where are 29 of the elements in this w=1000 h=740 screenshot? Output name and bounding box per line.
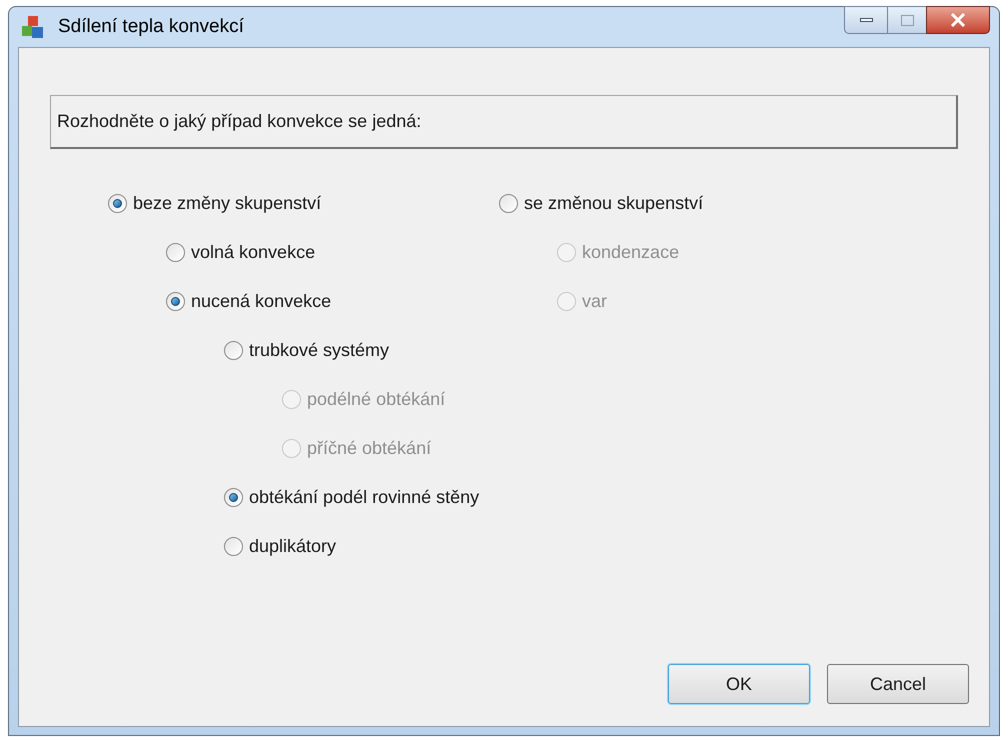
- radio-label: nucená konvekce: [191, 290, 332, 312]
- radio-label: se změnou skupenství: [524, 192, 704, 215]
- radio-label: var: [582, 290, 608, 312]
- radio-label: trubkové systémy: [249, 338, 390, 362]
- prompt-text: Rozhodněte o jaký případ konvekce se jedná:: [57, 110, 422, 133]
- close-button[interactable]: [926, 6, 990, 34]
- radio-label: duplikátory: [249, 534, 336, 558]
- radio-label: příčné obtékání: [307, 436, 432, 460]
- radio-label: podélné obtékání: [307, 388, 446, 411]
- close-icon: [950, 13, 966, 27]
- radio-button[interactable]: [224, 536, 243, 556]
- radio-button[interactable]: [499, 194, 518, 212]
- cancel-button[interactable]: Cancel: [827, 664, 969, 704]
- ok-button[interactable]: OK: [668, 664, 810, 704]
- minimize-button[interactable]: [844, 6, 888, 34]
- radio-button[interactable]: [166, 242, 185, 262]
- cubes-icon: [20, 14, 46, 40]
- maximize-icon: [900, 14, 914, 26]
- radio-label: obtékání podél rovinné stěny: [249, 486, 480, 509]
- radio-label: volná konvekce: [191, 240, 316, 264]
- radio-button[interactable]: [224, 340, 243, 360]
- radio-label: kondenzace: [582, 240, 680, 264]
- minimize-icon: [860, 18, 872, 22]
- maximize-button[interactable]: [888, 6, 926, 34]
- radio-button[interactable]: [166, 292, 185, 310]
- radio-button[interactable]: [108, 194, 127, 212]
- radio-label: beze změny skupenství: [133, 192, 322, 215]
- window-title: Sdílení tepla konvekcí: [58, 14, 244, 39]
- radio-button[interactable]: [224, 488, 243, 506]
